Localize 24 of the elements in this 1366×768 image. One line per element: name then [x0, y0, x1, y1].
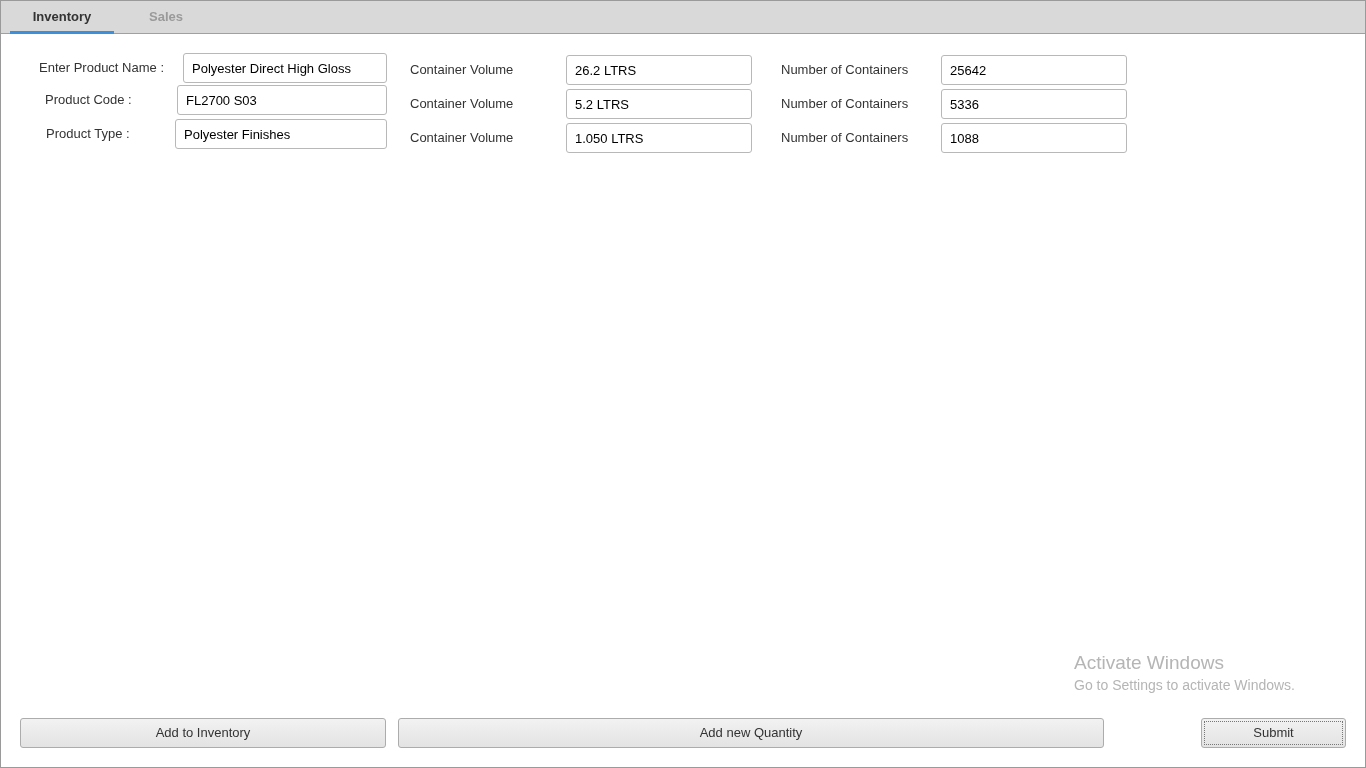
field-label: Container Volume [410, 95, 514, 114]
field-label: Number of Containers [781, 95, 909, 114]
field-label: Product Code : [45, 91, 132, 110]
activation-message: Go to Settings to activate Windows. [1074, 676, 1295, 695]
tab[interactable]: Inventory [10, 1, 114, 34]
field-label: Container Volume [410, 61, 514, 80]
input-field[interactable]: Polyester Finishes [175, 119, 387, 149]
input-field[interactable]: 26.2 LTRS [566, 55, 752, 85]
activation-title: Activate Windows [1074, 651, 1225, 675]
field-label: Product Type : [46, 125, 130, 144]
field-label: Container Volume [410, 129, 514, 148]
button[interactable]: Submit [1201, 718, 1346, 748]
input-field[interactable]: 5336 [941, 89, 1127, 119]
input-field[interactable]: 1.050 LTRS [566, 123, 752, 153]
input-field[interactable]: 5.2 LTRS [566, 89, 752, 119]
button[interactable]: Add to Inventory [20, 718, 386, 748]
input-field[interactable]: Polyester Direct High Gloss [183, 53, 387, 83]
button[interactable]: Add new Quantity [398, 718, 1104, 748]
field-label: Enter Product Name : [39, 59, 164, 78]
input-field[interactable]: 1088 [941, 123, 1127, 153]
input-field[interactable]: FL2700 S03 [177, 85, 387, 115]
input-field[interactable]: 25642 [941, 55, 1127, 85]
field-label: Number of Containers [781, 129, 909, 148]
field-label: Number of Containers [781, 61, 909, 80]
